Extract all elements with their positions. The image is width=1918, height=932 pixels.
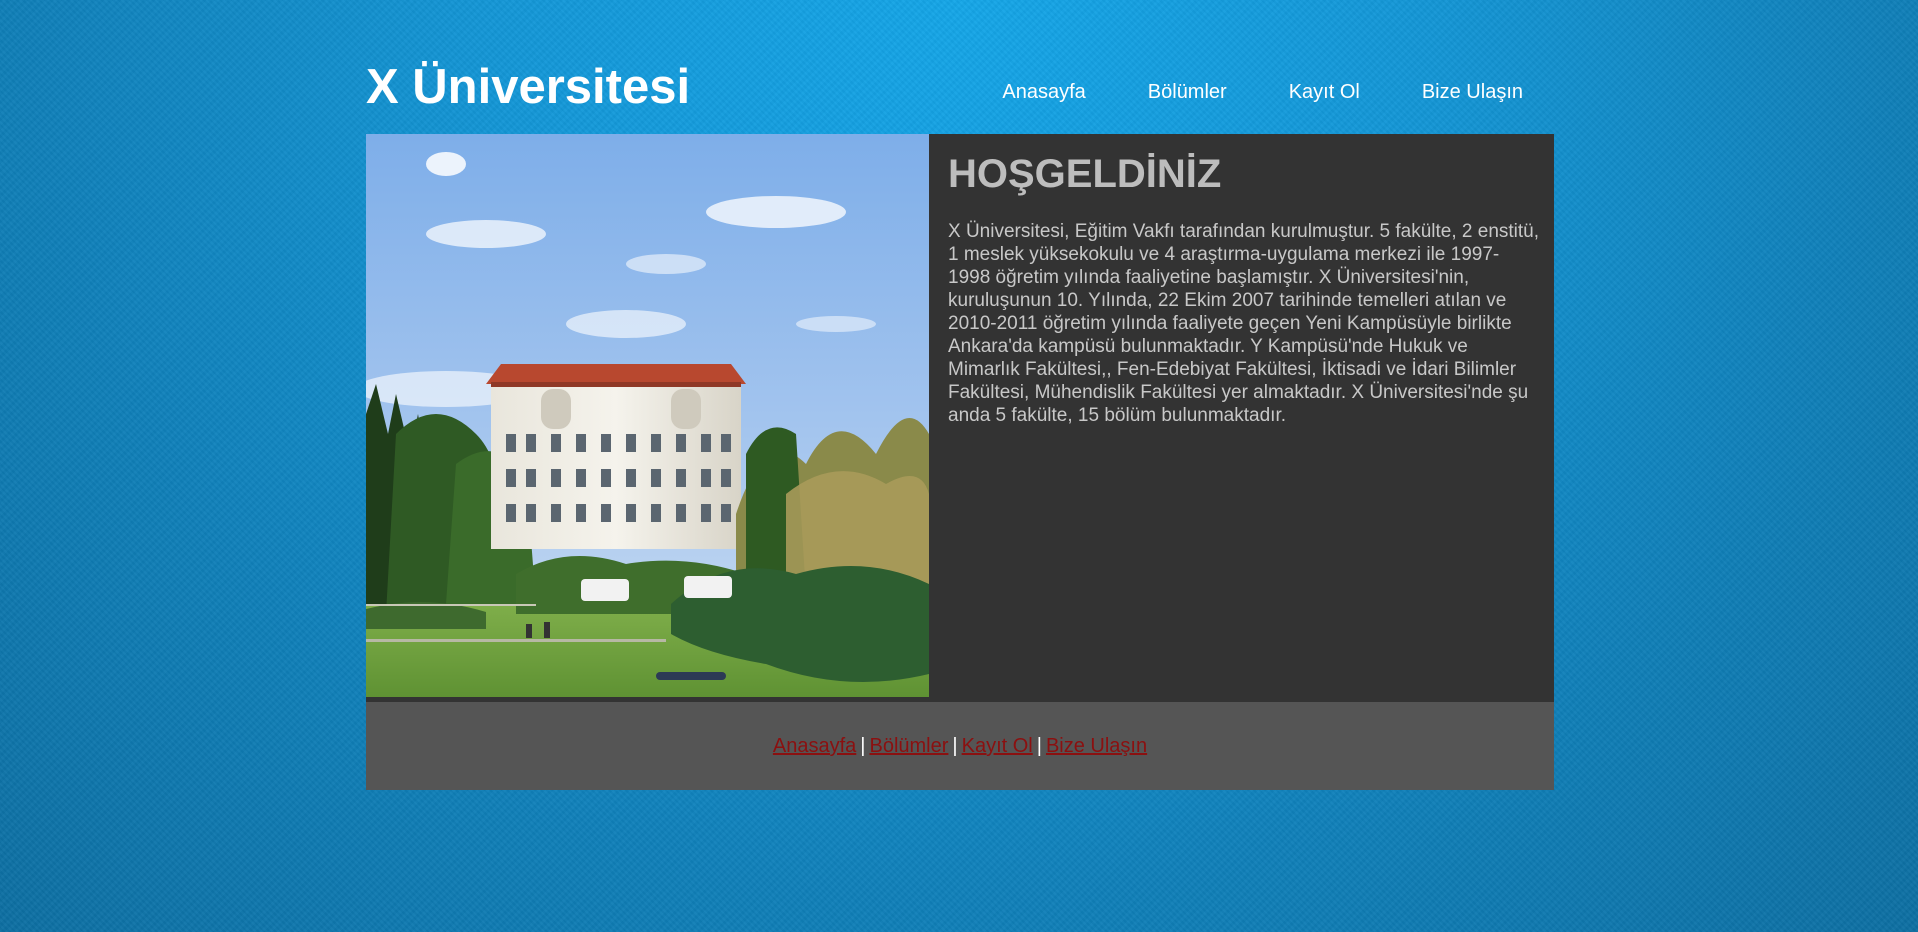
site-logo[interactable]: X Üniversitesi <box>366 58 690 116</box>
footer-link-kayit-ol[interactable]: Kayıt Ol <box>962 735 1033 757</box>
welcome-content: HOŞGELDİNİZ X Üniversitesi, Eğitim Vakfı… <box>948 150 1540 427</box>
nav-kayit-ol[interactable]: Kayıt Ol <box>1258 78 1391 106</box>
nav-anasayfa[interactable]: Anasayfa <box>971 78 1116 106</box>
footer-link-anasayfa[interactable]: Anasayfa <box>773 735 856 757</box>
footer-link-bolumler[interactable]: Bölümler <box>869 735 948 757</box>
main-panel: HOŞGELDİNİZ X Üniversitesi, Eğitim Vakfı… <box>366 134 1554 702</box>
nav-bolumler[interactable]: Bölümler <box>1117 78 1258 106</box>
site-header: X Üniversitesi Anasayfa Bölümler Kayıt O… <box>366 0 1554 134</box>
nav-bize-ulasin[interactable]: Bize Ulaşın <box>1391 78 1538 106</box>
welcome-heading: HOŞGELDİNİZ <box>948 152 1222 196</box>
footer-link-bize-ulasin[interactable]: Bize Ulaşın <box>1046 735 1147 757</box>
footer-nav: Anasayfa | Bölümler | Kayıt Ol | Bize Ulaşın <box>366 732 1554 760</box>
intro-paragraph: X Üniversitesi, Eğitim Vakfı tarafından … <box>948 221 1540 426</box>
footer-separator: | <box>952 735 958 757</box>
main-nav: Anasayfa Bölümler Kayıt Ol Bize Ulaşın <box>971 78 1538 106</box>
site-footer: Anasayfa | Bölümler | Kayıt Ol | Bize Ulaşın <box>366 702 1554 790</box>
campus-photo <box>366 134 929 697</box>
footer-separator: | <box>1036 735 1042 757</box>
footer-separator: | <box>860 735 866 757</box>
site-container: X Üniversitesi Anasayfa Bölümler Kayıt O… <box>366 0 1554 790</box>
